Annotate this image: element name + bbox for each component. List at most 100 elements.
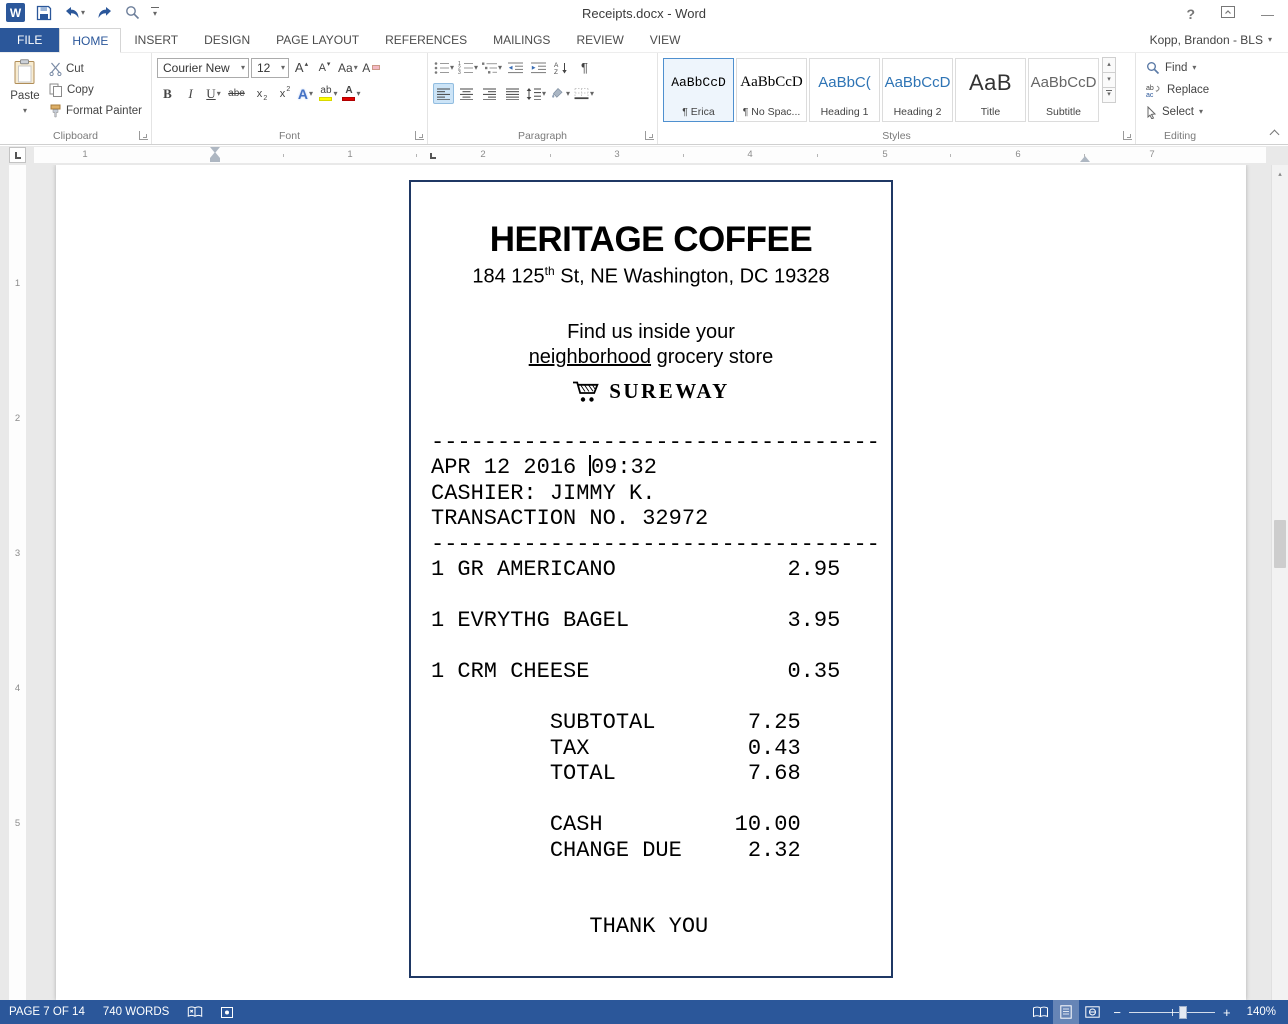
align-right-button[interactable] <box>479 83 500 104</box>
replace-button[interactable]: abac Replace <box>1146 79 1236 101</box>
copy-button[interactable]: Copy <box>45 80 146 100</box>
shading-button[interactable]: ▾ <box>549 83 571 104</box>
receipt-address[interactable]: 184 125th St, NE Washington, DC 19328 <box>411 258 891 290</box>
receipt-line[interactable]: 1 EVRYTHG BAGEL 3.95 <box>431 608 891 634</box>
tab-references[interactable]: REFERENCES <box>372 28 480 52</box>
zoom-slider[interactable] <box>1129 1012 1215 1013</box>
undo-dropdown-caret-icon[interactable]: ▾ <box>81 9 85 17</box>
decrease-indent-button[interactable] <box>505 57 526 78</box>
multilevel-list-button[interactable]: ▾ <box>481 57 503 78</box>
customize-qat-button[interactable]: ▾ <box>151 7 159 18</box>
styles-scroll-up-button[interactable]: ▴ <box>1102 57 1116 73</box>
web-layout-button[interactable] <box>1079 1000 1105 1024</box>
right-indent-marker[interactable] <box>1080 156 1090 162</box>
vertical-scrollbar[interactable]: ▴ <box>1271 165 1288 1000</box>
change-case-button[interactable]: Aa▾ <box>337 57 359 78</box>
style-heading-2[interactable]: AaBbCcD Heading 2 <box>882 58 953 122</box>
page-indicator[interactable]: PAGE 7 OF 14 <box>0 1000 94 1024</box>
font-color-button[interactable]: A ▾ <box>341 83 362 104</box>
receipt-brand-row[interactable]: SUREWAY <box>411 379 891 404</box>
clipboard-dialog-launcher[interactable] <box>139 131 148 140</box>
zoom-button[interactable] <box>125 5 140 20</box>
tab-view[interactable]: VIEW <box>637 28 694 52</box>
paste-button[interactable]: Paste ▾ <box>5 57 45 127</box>
tab-review[interactable]: REVIEW <box>563 28 636 52</box>
proofing-status-button[interactable] <box>178 1000 212 1024</box>
read-mode-button[interactable] <box>1027 1000 1053 1024</box>
tab-selector-button[interactable] <box>9 147 26 163</box>
grow-font-button[interactable]: A▴ <box>291 57 312 78</box>
styles-more-button[interactable]: ▾ <box>1102 87 1116 103</box>
show-formatting-marks-button[interactable]: ¶ <box>574 57 595 78</box>
bullets-button[interactable]: ▾ <box>433 57 455 78</box>
underline-button[interactable]: U▾ <box>203 83 224 104</box>
text-highlight-button[interactable]: ab ▾ <box>318 83 339 104</box>
style-no-spacing[interactable]: AaBbCcD ¶ No Spac... <box>736 58 807 122</box>
receipt-line[interactable]: TOTAL 7.68 <box>431 761 891 787</box>
format-painter-button[interactable]: Format Painter <box>45 101 146 121</box>
font-dialog-launcher[interactable] <box>415 131 424 140</box>
find-button[interactable]: Find ▾ <box>1146 57 1236 79</box>
chevron-down-icon[interactable]: ▾ <box>281 64 285 72</box>
zoom-slider-thumb[interactable] <box>1179 1006 1187 1019</box>
bold-button[interactable]: B <box>157 83 178 104</box>
italic-button[interactable]: I <box>180 83 201 104</box>
receipt-line[interactable] <box>431 583 891 609</box>
receipt-line[interactable]: THANK YOU <box>431 914 891 940</box>
receipt-divider[interactable]: ---------------------------------- <box>431 532 891 558</box>
vertical-ruler[interactable]: 1 2 3 4 5 <box>9 165 26 1000</box>
paragraph-dialog-launcher[interactable] <box>645 131 654 140</box>
print-layout-button[interactable] <box>1053 1000 1079 1024</box>
style-title[interactable]: AaB Title <box>955 58 1026 122</box>
style-heading-1[interactable]: AaBbC( Heading 1 <box>809 58 880 122</box>
borders-button[interactable]: ▾ <box>573 83 595 104</box>
styles-scroll-down-button[interactable]: ▾ <box>1102 72 1116 88</box>
receipt-line[interactable]: 1 GR AMERICANO 2.95 <box>431 557 891 583</box>
line-spacing-button[interactable]: ▾ <box>525 83 547 104</box>
receipt-line[interactable]: SUBTOTAL 7.25 <box>431 710 891 736</box>
style-erica[interactable]: AaBbCcD ¶ Erica <box>663 58 734 122</box>
align-center-button[interactable] <box>456 83 477 104</box>
macro-record-button[interactable] <box>212 1000 242 1024</box>
scroll-up-button[interactable]: ▴ <box>1272 165 1288 182</box>
indent-markers[interactable] <box>210 147 220 162</box>
receipt-line[interactable]: 1 CRM CHEESE 0.35 <box>431 659 891 685</box>
chevron-down-icon[interactable]: ▾ <box>241 64 245 72</box>
sort-button[interactable]: AZ <box>551 57 572 78</box>
tab-design[interactable]: DESIGN <box>191 28 263 52</box>
receipt-divider[interactable]: ---------------------------------- <box>431 430 891 456</box>
text-effects-button[interactable]: A▾ <box>295 83 316 104</box>
zoom-in-button[interactable]: + <box>1215 1005 1239 1020</box>
styles-dialog-launcher[interactable] <box>1123 131 1132 140</box>
align-left-button[interactable] <box>433 83 454 104</box>
tab-stop-icon[interactable] <box>430 153 436 159</box>
receipt-transaction-line[interactable]: TRANSACTION NO. 32972 <box>431 506 891 532</box>
scrollbar-thumb[interactable] <box>1274 520 1286 568</box>
zoom-level[interactable]: 140% <box>1239 1006 1288 1018</box>
receipt-line[interactable] <box>431 634 891 660</box>
style-subtitle[interactable]: AaBbCcD Subtitle <box>1028 58 1099 122</box>
horizontal-ruler[interactable]: 1 1 2 3 4 5 6 7 <box>34 147 1266 163</box>
shrink-font-button[interactable]: A▾ <box>314 57 335 78</box>
cut-button[interactable]: Cut <box>45 59 146 79</box>
justify-button[interactable] <box>502 83 523 104</box>
subscript-button[interactable]: x2 <box>249 83 270 104</box>
redo-button[interactable] <box>96 6 114 20</box>
receipt-line[interactable]: CASH 10.00 <box>431 812 891 838</box>
receipt-tagline[interactable]: Find us inside your neighborhood grocery… <box>411 320 891 370</box>
receipt-store-name[interactable]: HERITAGE COFFEE <box>411 222 891 258</box>
receipt-mono-block[interactable]: ---------------------------------- APR 1… <box>411 430 891 940</box>
strikethrough-button[interactable]: abe <box>226 83 247 104</box>
tab-insert[interactable]: INSERT <box>121 28 191 52</box>
ribbon-display-options-button[interactable] <box>1221 5 1235 23</box>
save-button[interactable] <box>36 5 52 21</box>
receipt-date-line[interactable]: APR 12 2016 09:32 <box>431 455 891 481</box>
clear-formatting-button[interactable]: A <box>361 57 382 78</box>
font-family-combo[interactable]: Courier New ▾ <box>157 58 249 78</box>
help-icon[interactable]: ? <box>1186 6 1195 22</box>
tab-mailings[interactable]: MAILINGS <box>480 28 563 52</box>
zoom-out-button[interactable]: − <box>1105 1005 1129 1020</box>
minimize-button[interactable]: — <box>1261 7 1274 22</box>
increase-indent-button[interactable] <box>528 57 549 78</box>
receipt-line[interactable] <box>431 685 891 711</box>
